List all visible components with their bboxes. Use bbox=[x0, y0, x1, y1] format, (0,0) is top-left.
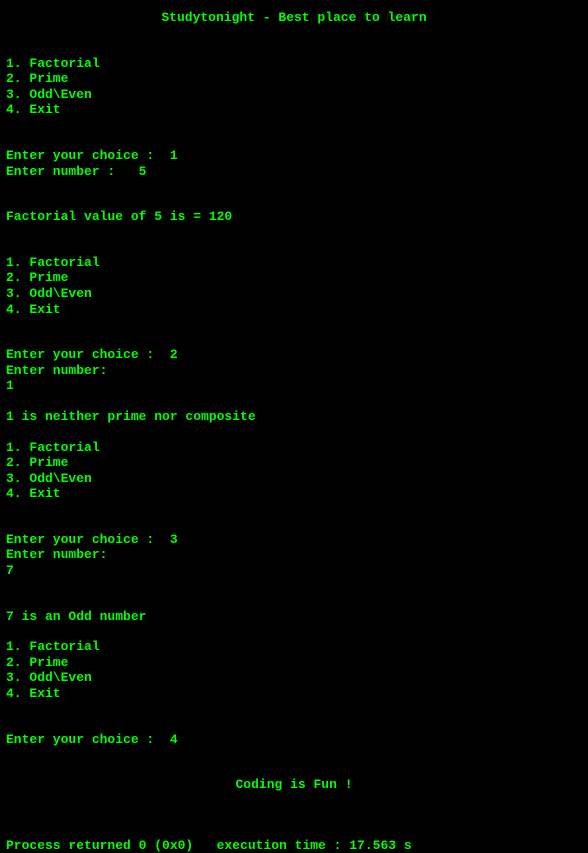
menu-exit: 4. Exit bbox=[6, 686, 582, 702]
menu-factorial: 1. Factorial bbox=[6, 440, 582, 456]
prime-result: 1 is neither prime nor composite bbox=[6, 409, 582, 425]
spacer bbox=[6, 225, 582, 255]
menu-exit: 4. Exit bbox=[6, 102, 582, 118]
menu-factorial: 1. Factorial bbox=[6, 255, 582, 271]
choice-prompt: Enter your choice : 4 bbox=[6, 732, 582, 748]
menu-exit: 4. Exit bbox=[6, 302, 582, 318]
menu-factorial: 1. Factorial bbox=[6, 56, 582, 72]
spacer bbox=[6, 823, 582, 838]
spacer bbox=[6, 624, 582, 639]
choice-prompt: Enter your choice : 3 bbox=[6, 532, 582, 548]
menu-oddeven: 3. Odd\Even bbox=[6, 471, 582, 487]
menu-exit: 4. Exit bbox=[6, 486, 582, 502]
menu-factorial: 1. Factorial bbox=[6, 639, 582, 655]
spacer bbox=[6, 179, 582, 209]
spacer bbox=[6, 702, 582, 732]
process-status: Process returned 0 (0x0) execution time … bbox=[6, 838, 582, 853]
spacer bbox=[6, 317, 582, 347]
factorial-result: Factorial value of 5 is = 120 bbox=[6, 209, 582, 225]
spacer bbox=[6, 26, 582, 56]
menu-oddeven: 3. Odd\Even bbox=[6, 87, 582, 103]
footer-message: Coding is Fun ! bbox=[6, 777, 582, 793]
user-input: 7 bbox=[6, 563, 582, 579]
spacer bbox=[6, 425, 582, 440]
spacer bbox=[6, 793, 582, 823]
spacer bbox=[6, 118, 582, 148]
user-input: 1 bbox=[6, 378, 582, 394]
header-title: Studytonight - Best place to learn bbox=[6, 10, 582, 26]
spacer bbox=[6, 747, 582, 777]
oddeven-result: 7 is an Odd number bbox=[6, 609, 582, 625]
menu-prime: 2. Prime bbox=[6, 455, 582, 471]
number-prompt: Enter number : 5 bbox=[6, 164, 582, 180]
number-prompt: Enter number: bbox=[6, 547, 582, 563]
menu-oddeven: 3. Odd\Even bbox=[6, 286, 582, 302]
spacer bbox=[6, 502, 582, 532]
menu-oddeven: 3. Odd\Even bbox=[6, 670, 582, 686]
menu-prime: 2. Prime bbox=[6, 71, 582, 87]
menu-prime: 2. Prime bbox=[6, 270, 582, 286]
choice-prompt: Enter your choice : 1 bbox=[6, 148, 582, 164]
choice-prompt: Enter your choice : 2 bbox=[6, 347, 582, 363]
number-prompt: Enter number: bbox=[6, 363, 582, 379]
spacer bbox=[6, 394, 582, 409]
spacer bbox=[6, 579, 582, 609]
menu-prime: 2. Prime bbox=[6, 655, 582, 671]
